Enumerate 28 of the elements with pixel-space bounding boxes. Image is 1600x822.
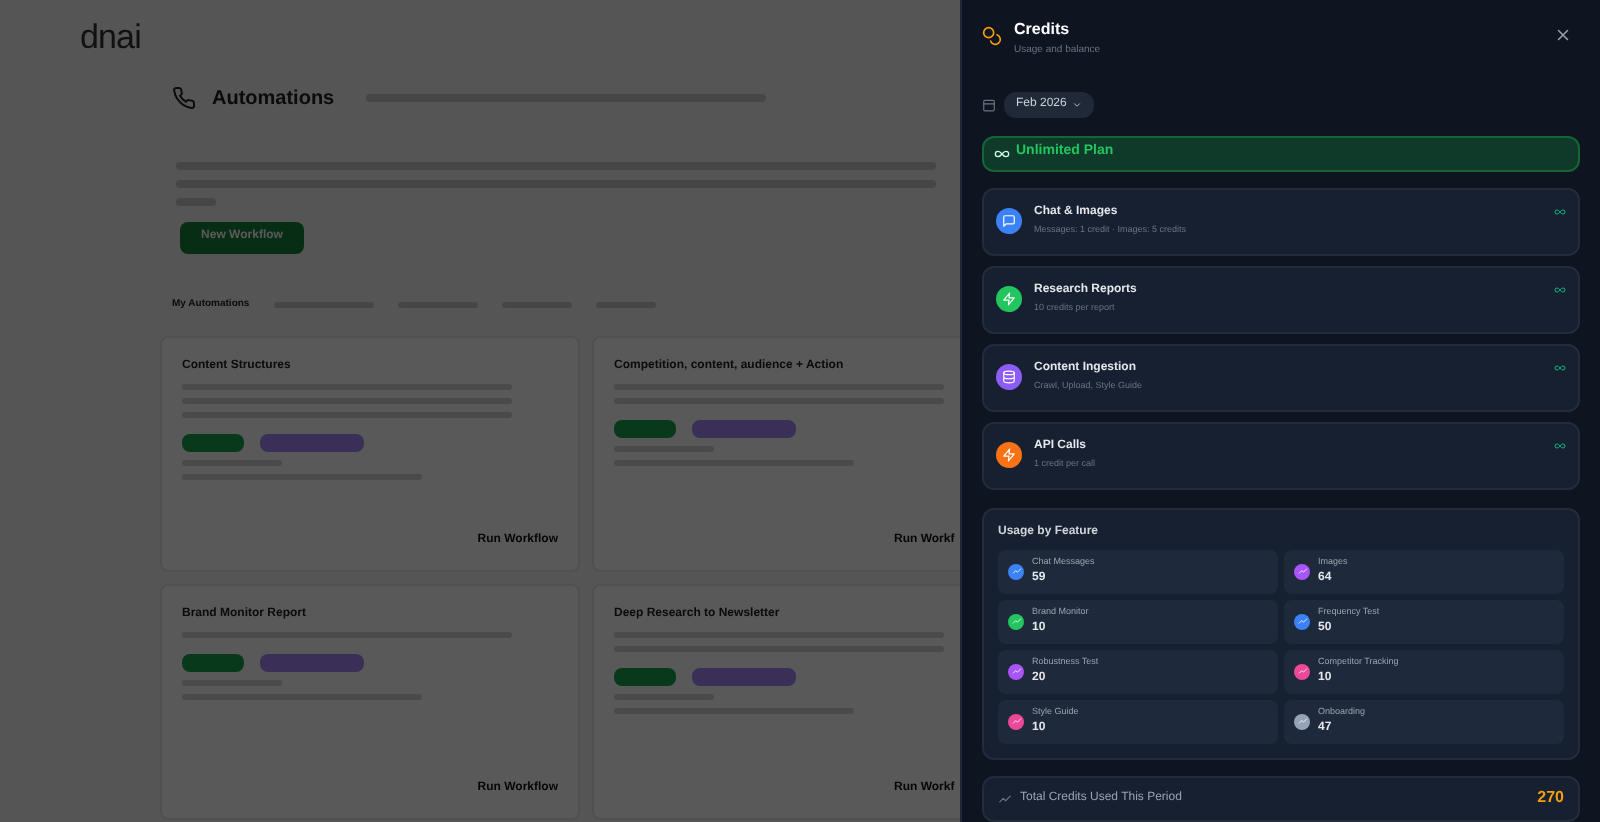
trend-icon (998, 791, 1012, 806)
shared-badge (260, 434, 364, 452)
shared-badge (692, 668, 796, 686)
status-badge (614, 420, 676, 438)
infinity-icon (1554, 439, 1566, 452)
total-value: 270 (1537, 786, 1564, 811)
status-badge (182, 434, 244, 452)
bolt-icon (1002, 292, 1016, 307)
status-badge (614, 668, 676, 686)
phone-icon (172, 86, 196, 110)
shared-badge (692, 420, 796, 438)
chevron-down-icon (1072, 99, 1083, 109)
chat-icon (1002, 214, 1016, 229)
infinity-icon (994, 145, 1010, 162)
drawer-title: Credits (1014, 18, 1072, 42)
infinity-icon (1554, 283, 1566, 296)
calendar-icon (982, 97, 996, 111)
logo: dnai (80, 16, 141, 60)
coins-icon (982, 26, 1002, 46)
page-title: Automations (212, 85, 335, 113)
close-icon (1554, 26, 1572, 44)
shared-badge (260, 654, 364, 672)
infinity-icon (1554, 205, 1566, 218)
bolt-icon (1002, 448, 1016, 463)
infinity-icon (1554, 361, 1566, 374)
database-icon (1002, 370, 1016, 385)
status-badge (182, 654, 244, 672)
close-button[interactable] (1554, 26, 1572, 44)
